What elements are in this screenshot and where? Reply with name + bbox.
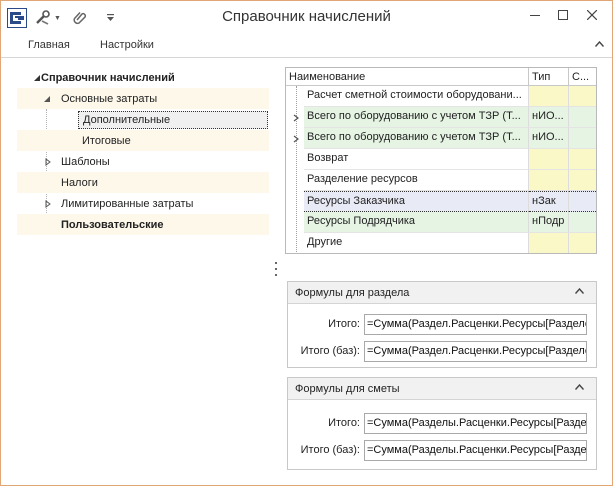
tree-item-label: Дополнительные xyxy=(78,110,268,129)
row-expand-icon[interactable] xyxy=(289,107,303,128)
section-base-formula-field[interactable]: =Сумма(Раздел.Расценки.Ресурсы[Разделе xyxy=(364,341,587,362)
tree-item-label: Лимитированные затраты xyxy=(61,197,194,210)
tree-item-label: Шаблоны xyxy=(61,155,110,168)
splitter-handle[interactable] xyxy=(275,262,278,276)
cell-c3[interactable] xyxy=(569,128,596,149)
cell-c3[interactable] xyxy=(569,233,596,253)
grid-header: Наименование Тип С... xyxy=(286,68,596,86)
column-header-c3[interactable]: С... xyxy=(569,68,596,86)
table-row[interactable]: Другие xyxy=(286,233,596,253)
cell-type[interactable] xyxy=(529,86,569,107)
tree-item-additional[interactable]: Дополнительные xyxy=(17,109,269,130)
cell-c3[interactable] xyxy=(569,212,596,233)
cell-name[interactable]: Разделение ресурсов xyxy=(304,170,529,191)
estimate-base-formula-field[interactable]: =Сумма(Разделы.Расценки.Ресурсы[Раздел xyxy=(364,440,587,461)
chevron-up-icon[interactable] xyxy=(594,39,605,49)
cell-name[interactable]: Другие xyxy=(304,233,529,253)
ribbon-tabs: Главная Настройки xyxy=(1,34,612,58)
group-title: Формулы для раздела xyxy=(295,287,410,299)
tab-settings[interactable]: Настройки xyxy=(100,39,154,51)
cell-c3[interactable] xyxy=(569,191,596,212)
cell-c3[interactable] xyxy=(569,107,596,128)
cell-type[interactable]: нПодр xyxy=(529,212,569,233)
section-total-formula-field[interactable]: =Сумма(Раздел.Расценки.Ресурсы[Разделе xyxy=(364,314,587,335)
cell-name[interactable]: Расчет сметной стоимости оборудовани... xyxy=(304,86,529,107)
cell-type[interactable] xyxy=(529,233,569,253)
main-area: Справочник начислений Основные затраты Д… xyxy=(1,58,612,485)
cell-name[interactable]: Ресурсы Заказчика xyxy=(304,191,529,212)
column-header-name[interactable]: Наименование xyxy=(286,68,529,86)
chevron-up-icon[interactable] xyxy=(574,286,585,297)
tree-item-label: Пользовательские xyxy=(61,218,164,231)
app-window: ▼ Справочник начислений Главная Настройк… xyxy=(0,0,613,486)
total-label: Итого: xyxy=(328,318,360,330)
section-formulas-group: Формулы для раздела Итого: =Сумма(Раздел… xyxy=(287,281,597,368)
cell-type[interactable]: нЗак xyxy=(529,191,569,212)
table-row[interactable]: Разделение ресурсов xyxy=(286,170,596,191)
chevron-up-icon[interactable] xyxy=(574,382,585,393)
table-row[interactable]: Возврат xyxy=(286,149,596,170)
table-row-selected[interactable]: Ресурсы Заказчика нЗак xyxy=(286,191,596,212)
table-row[interactable]: Расчет сметной стоимости оборудовани... xyxy=(286,86,596,107)
cell-type[interactable]: нИО... xyxy=(529,107,569,128)
row-expand-icon[interactable] xyxy=(289,128,303,149)
tree-item-limited-costs[interactable]: Лимитированные затраты xyxy=(17,193,269,214)
group-header[interactable]: Формулы для раздела xyxy=(288,282,596,304)
category-tree: Справочник начислений Основные затраты Д… xyxy=(17,67,269,235)
total-label: Итого: xyxy=(328,417,360,429)
tree-item-label: Основные затраты xyxy=(61,92,158,105)
cell-c3[interactable] xyxy=(569,149,596,170)
group-header[interactable]: Формулы для сметы xyxy=(288,378,596,400)
column-header-type[interactable]: Тип xyxy=(529,68,569,86)
cell-type[interactable] xyxy=(529,149,569,170)
tree-item-main-costs[interactable]: Основные затраты xyxy=(17,88,269,109)
title-bar: ▼ Справочник начислений xyxy=(1,1,612,34)
cell-name[interactable]: Ресурсы Подрядчика xyxy=(304,212,529,233)
cell-c3[interactable] xyxy=(569,170,596,191)
tree-item-label: Налоги xyxy=(61,176,98,189)
cell-name[interactable]: Возврат xyxy=(304,149,529,170)
tree-item-custom[interactable]: Пользовательские xyxy=(17,214,269,235)
estimate-formulas-group: Формулы для сметы Итого: =Сумма(Разделы.… xyxy=(287,377,597,470)
table-row[interactable]: Всего по оборудованию с учетом ТЗР (Т...… xyxy=(286,128,596,149)
tree-item-templates[interactable]: Шаблоны xyxy=(17,151,269,172)
accruals-grid: Наименование Тип С... Расчет сметной сто… xyxy=(285,67,597,254)
tree-item-totals[interactable]: Итоговые xyxy=(17,130,269,151)
base-total-label: Итого (баз): xyxy=(300,345,360,357)
tree-item-root[interactable]: Справочник начислений xyxy=(17,67,269,88)
minimize-icon[interactable] xyxy=(521,1,549,29)
tree-collapsed-icon[interactable] xyxy=(43,157,53,167)
table-row[interactable]: Всего по оборудованию с учетом ТЗР (Т...… xyxy=(286,107,596,128)
tree-collapsed-icon[interactable] xyxy=(43,199,53,209)
tab-home[interactable]: Главная xyxy=(28,39,70,51)
tree-item-label: Итоговые xyxy=(82,134,131,147)
group-title: Формулы для сметы xyxy=(295,383,400,395)
maximize-icon[interactable] xyxy=(549,1,577,29)
cell-name[interactable]: Всего по оборудованию с учетом ТЗР (Т... xyxy=(304,128,529,149)
estimate-total-formula-field[interactable]: =Сумма(Разделы.Расценки.Ресурсы[Раздел xyxy=(364,413,587,434)
tree-item-label: Справочник начислений xyxy=(41,71,175,84)
tree-expanded-icon[interactable] xyxy=(42,94,52,104)
cell-c3[interactable] xyxy=(569,86,596,107)
cell-type[interactable]: нИО... xyxy=(529,128,569,149)
base-total-label: Итого (баз): xyxy=(300,444,360,456)
cell-type[interactable] xyxy=(529,170,569,191)
cell-name[interactable]: Всего по оборудованию с учетом ТЗР (Т... xyxy=(304,107,529,128)
table-row[interactable]: Ресурсы Подрядчика нПодр xyxy=(286,212,596,233)
close-icon[interactable] xyxy=(578,1,606,29)
tree-item-taxes[interactable]: Налоги xyxy=(17,172,269,193)
